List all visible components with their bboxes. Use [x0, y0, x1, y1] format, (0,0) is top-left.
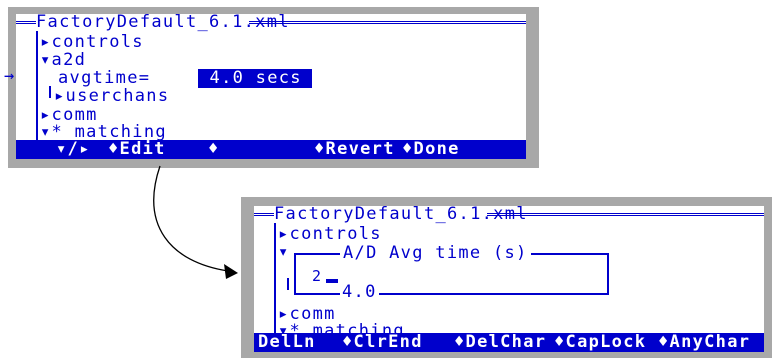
tree-line	[274, 223, 276, 333]
statusbar-delln[interactable]: DelLn	[258, 334, 316, 351]
text-cursor	[326, 279, 338, 283]
edit-dialog-title: A/D Avg time (s)	[340, 245, 531, 262]
statusbar-edit[interactable]: ♦Edit	[108, 141, 166, 158]
tree-line-inner	[49, 86, 51, 98]
tree-item-avgtime-label[interactable]: avgtime=	[58, 70, 150, 87]
title-rule-left	[16, 21, 36, 24]
edit-dialog-current-value: 4.0	[340, 282, 379, 302]
statusbar-revert[interactable]: ♦Revert	[314, 141, 395, 158]
statusbar-clrend[interactable]: ♦ClrEnd	[342, 334, 423, 351]
statusbar-caplock[interactable]: ♦CapLock	[554, 334, 646, 351]
statusbar-delchar[interactable]: ♦DelChar	[454, 334, 546, 351]
tree-line-inner	[287, 278, 289, 290]
edit-dialog-input[interactable]: 2	[312, 268, 322, 285]
tree-item-controls[interactable]: ▸controls	[278, 226, 382, 243]
title-rule-left	[254, 213, 274, 216]
title-rule-right	[487, 213, 764, 216]
tree-item-controls[interactable]: ▸controls	[40, 34, 144, 51]
tree-item-a2d[interactable]: ▾a2d	[40, 52, 86, 69]
current-line-pointer-icon: →	[4, 66, 16, 86]
tree-item-userchans[interactable]: ▸userchans	[54, 88, 169, 105]
statusbar-done[interactable]: ♦Done	[402, 141, 460, 158]
avgtime-value: 4.0 secs	[198, 68, 314, 88]
statusbar-anychar[interactable]: ♦AnyChar	[658, 334, 750, 351]
statusbar-toggle[interactable]: ▾/▸	[56, 141, 91, 158]
title-rule-right	[249, 21, 526, 24]
tree-item-a2d-marker[interactable]: ▾	[278, 244, 290, 261]
tree-line	[36, 31, 38, 141]
statusbar-blank: ♦	[208, 139, 220, 159]
before-terminal: FactoryDefault_6.1.xml ▸controls ▾a2d av…	[16, 14, 526, 159]
after-terminal: FactoryDefault_6.1.xml ▸controls ▾ A/D A…	[254, 206, 764, 352]
avgtime-value-highlight[interactable]: 4.0 secs	[198, 69, 312, 88]
before-status-bar: ▾/▸ ♦Edit ♦ ♦Revert ♦Done	[16, 140, 526, 159]
after-status-bar: DelLn ♦ClrEnd ♦DelChar ♦CapLock ♦AnyChar	[254, 333, 764, 352]
